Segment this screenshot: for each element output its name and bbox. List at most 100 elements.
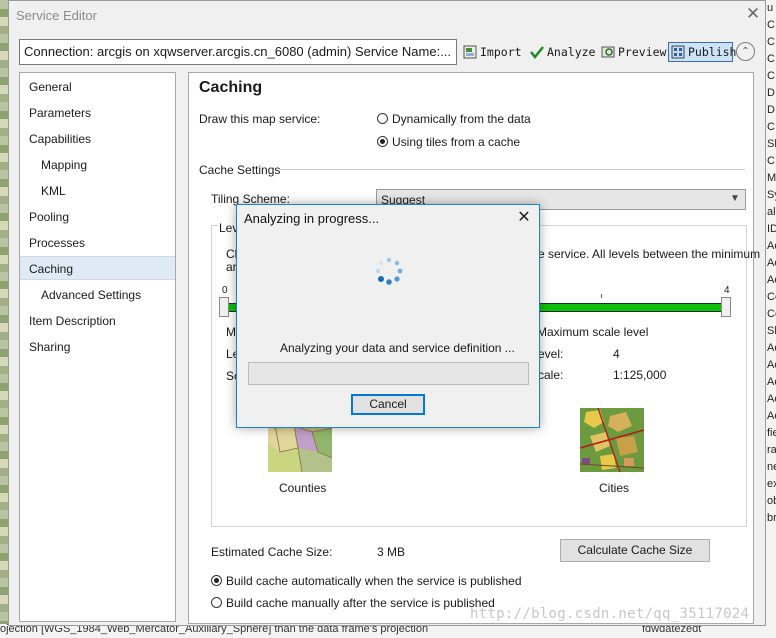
dialog-title: Analyzing in progress... [244,211,380,226]
background-list-item: Ac [767,376,776,388]
dialog-message: Analyzing your data and service definiti… [280,341,515,355]
import-label: Import [480,45,522,59]
max-scale-value: 1:125,000 [613,368,667,382]
background-list-item: ob [767,495,776,507]
preview-label: Preview [618,45,667,59]
analysis-progress-bar [248,362,529,385]
background-list-item: al [767,206,776,218]
background-list-item: Sy [767,189,776,201]
background-list-item: M [767,172,776,184]
sidebar-item-label: Mapping [41,158,88,172]
slider-min-thumb[interactable] [219,297,229,317]
calculate-cache-size-button[interactable]: Calculate Cache Size [560,539,710,562]
preview-icon [601,45,615,59]
import-button[interactable]: Import [463,42,522,63]
background-list-item: C: [767,70,776,82]
background-list-item: ne [767,461,776,473]
sidebar-item-advanced-settings[interactable]: Advanced Settings [20,283,175,307]
sidebar-item-item-description[interactable]: Item Description [20,309,175,333]
background-list-item: Cc [767,308,776,320]
background-list-item: ex [767,478,776,490]
close-icon[interactable]: ✕ [744,4,762,24]
max-scale-value-label: cale: [538,368,564,382]
sidebar-item-capabilities[interactable]: Capabilities [20,127,175,151]
import-icon [463,45,477,59]
radio-build-manual-label[interactable]: Build cache manually after the service i… [226,596,495,610]
sidebar-item-processes[interactable]: Processes [20,231,175,255]
dialog-close-icon[interactable]: ✕ [512,206,536,230]
cities-map-thumbnail [579,407,645,473]
preview-button[interactable]: Preview [601,42,666,63]
background-list-item: Sh [767,325,776,337]
sidebar-item-label: Processes [29,236,86,250]
radio-build-automatic[interactable] [211,575,222,586]
sidebar-item-mapping[interactable]: Mapping [20,153,175,177]
cities-label: Cities [599,481,630,495]
radio-tiles-cache-label[interactable]: Using tiles from a cache [392,135,520,149]
slider-tick-mark [601,294,602,298]
background-list-item: Ac [767,410,776,422]
analyze-label: Analyze [547,45,596,59]
sidebar-item-label: KML [41,184,66,198]
sidebar-item-caching[interactable]: Caching [20,256,175,280]
cancel-button[interactable]: Cancel [351,394,425,415]
background-list-item: ra [767,444,776,456]
sidebar-item-label: Advanced Settings [41,288,142,302]
chevron-down-icon[interactable]: ▼ [730,193,740,204]
sidebar-item-label: Item Description [29,314,116,328]
sidebar-item-parameters[interactable]: Parameters [20,101,175,125]
sidebar-item-label: Capabilities [29,132,92,146]
background-list-item: C: [767,121,776,133]
window-title: Service Editor [16,8,97,23]
connection-field[interactable]: Connection: arcgis on xqwserver.arcgis.c… [19,39,457,65]
sidebar-item-sharing[interactable]: Sharing [20,335,175,359]
checkmark-icon [530,45,544,60]
levels-description-end: e service. All levels between the minimu… [538,247,761,261]
max-level-label: evel: [538,347,564,361]
radio-build-automatic-label[interactable]: Build cache automatically when the servi… [226,574,522,588]
background-list-item: u [767,2,774,14]
counties-label: Counties [279,481,327,495]
background-list-item: C: [767,36,776,48]
background-list-item: Sh [767,138,776,150]
radio-tiles-cache[interactable] [377,136,388,147]
background-list-item: C: [767,19,776,31]
max-level-value: 4 [613,347,620,361]
background-list-item: fie [767,427,776,439]
publish-icon [671,45,685,59]
page-title: Caching [199,79,263,96]
sidebar-item-label: Parameters [29,106,92,120]
background-list-item: Cc [767,291,776,303]
slider-max-tick: 4 [724,285,730,296]
sidebar-item-label: Pooling [29,210,70,224]
estimated-size-label: Estimated Cache Size: [211,545,333,559]
collapse-chevron-up-icon[interactable]: ⌃ [736,42,755,61]
publish-button-content[interactable]: Publish [671,42,736,63]
background-list-item: ID [767,223,776,235]
sidebar-item-general[interactable]: General [20,75,175,99]
cache-settings-heading: Cache Settings [199,163,281,177]
loading-spinner-icon [372,254,406,288]
background-list-item: Ac [767,274,776,286]
watermark-text: http://blog.csdn.net/qq_35117024 [470,606,750,622]
publish-label: Publish [688,45,737,59]
radio-dynamic-label[interactable]: Dynamically from the data [392,112,531,126]
background-list-item: C: [767,155,776,167]
radio-dynamic[interactable] [377,113,388,124]
sidebar-item-kml[interactable]: KML [20,179,175,203]
sidebar-item-pooling[interactable]: Pooling [20,205,175,229]
estimated-size-value: 3 MB [377,545,406,559]
background-list-item: D [767,104,775,116]
sidebar-item-label: General [29,80,72,94]
background-list-item: br [767,512,776,524]
radio-build-manual[interactable] [211,597,222,608]
slider-min-tick: 0 [222,285,228,296]
background-list-item: Ac [767,342,776,354]
slider-max-thumb[interactable] [721,297,731,317]
sidebar-item-label: Sharing [29,340,71,354]
analyze-button[interactable]: Analyze [530,42,595,63]
max-scale-label: Maximum scale level [537,325,649,339]
draw-service-label: Draw this map service: [199,112,321,126]
sidebar-item-label: Caching [29,262,74,276]
background-list-item: Ac [767,240,776,252]
